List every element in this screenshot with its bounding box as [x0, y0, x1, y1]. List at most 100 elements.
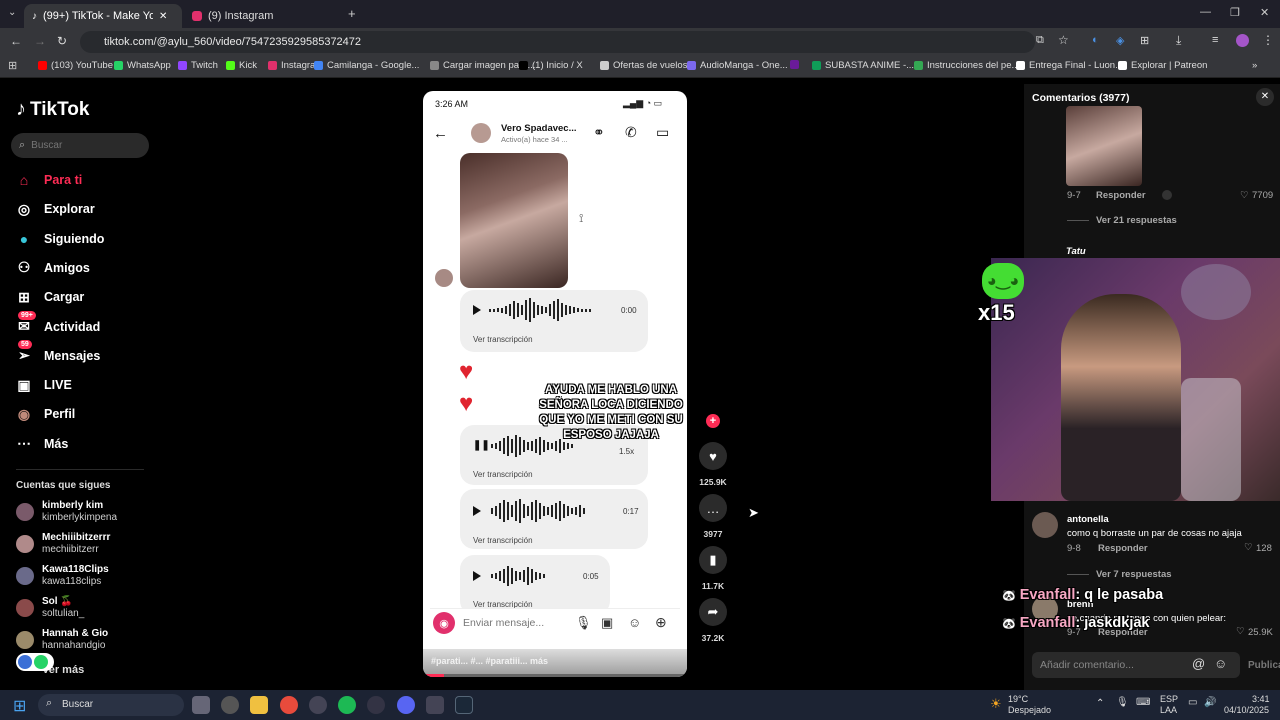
- nav-item[interactable]: ⌂ Para ti: [16, 172, 82, 188]
- comment-action[interactable]: … 3977: [699, 494, 727, 539]
- bookmark-item[interactable]: Kick: [226, 60, 257, 71]
- reload-icon[interactable]: ↻: [57, 34, 67, 48]
- publish-button[interactable]: Publicar: [1248, 660, 1280, 671]
- keyboard-icon[interactable]: ⌨: [1136, 697, 1150, 708]
- bookmark-item[interactable]: (1) Inicio / X: [519, 60, 583, 71]
- windows-start-icon[interactable]: ⊞: [13, 696, 26, 716]
- bookmark-item[interactable]: Camilanga - Google...: [314, 60, 419, 71]
- mic-tray-icon[interactable]: 🎙: [1116, 697, 1129, 708]
- discord-icon[interactable]: [397, 696, 415, 714]
- comment-image[interactable]: [1066, 106, 1142, 186]
- spotify-icon[interactable]: [338, 696, 356, 714]
- taskview-icon[interactable]: [192, 696, 210, 714]
- mention-icon[interactable]: @: [1192, 656, 1205, 671]
- nav-item[interactable]: ● Siguiendo: [16, 231, 105, 247]
- hashtags-text[interactable]: #parati... #... #paratiii... más: [431, 656, 548, 666]
- app-icon[interactable]: [221, 696, 239, 714]
- emoji-icon[interactable]: ☺: [1214, 656, 1227, 671]
- transcription-link[interactable]: Ver transcripción: [473, 536, 533, 545]
- add-icon[interactable]: ⊕: [655, 614, 667, 631]
- heart-icon[interactable]: ♥: [699, 442, 727, 470]
- transcription-link[interactable]: Ver transcripción: [473, 470, 533, 479]
- taskbar-search[interactable]: ⌕ Buscar: [38, 694, 184, 716]
- share-photo-icon[interactable]: ⟟: [579, 211, 583, 226]
- comment-input[interactable]: Añadir comentario...: [1040, 659, 1134, 671]
- extension-icon[interactable]: ◐: [1092, 34, 1099, 46]
- obs-icon[interactable]: [367, 696, 385, 714]
- bookmark-item[interactable]: Twitch: [178, 60, 218, 71]
- sticker-icon[interactable]: ☺: [628, 615, 641, 630]
- bookmark-item[interactable]: [790, 60, 803, 69]
- comment-icon[interactable]: …: [699, 494, 727, 522]
- nav-item[interactable]: ⚇ Amigos: [16, 259, 90, 276]
- lang-code[interactable]: ESP: [1160, 694, 1178, 704]
- bookmark-item[interactable]: Instrucciones del pe...: [914, 60, 1019, 71]
- profile-avatar-icon[interactable]: [1236, 34, 1249, 47]
- link-icon[interactable]: ⚭: [593, 124, 605, 141]
- bookmark-item[interactable]: Explorar | Patreon: [1118, 60, 1207, 71]
- bookmark-item[interactable]: SUBASTA ANIME -...: [812, 60, 914, 71]
- gallery-icon[interactable]: ▣: [601, 615, 613, 631]
- like-action[interactable]: ♥ 125.9K: [699, 442, 727, 487]
- pause-icon[interactable]: ❚❚: [473, 440, 490, 451]
- bookmark-item[interactable]: (103) YouTube: [38, 60, 113, 71]
- message-photo[interactable]: [460, 153, 568, 288]
- message-input[interactable]: Enviar mensaje...: [463, 617, 544, 629]
- tab-close-icon[interactable]: ✕: [159, 11, 167, 22]
- play-icon[interactable]: [473, 506, 481, 516]
- tab-tiktok[interactable]: ♪ (99+) TikTok - Make Your D... ✕: [24, 4, 182, 28]
- following-account[interactable]: kimberly kim kimberlykimpena: [16, 500, 117, 524]
- apps-grid-icon[interactable]: ⊞: [8, 59, 17, 72]
- nav-item[interactable]: ◎ Explorar: [16, 201, 95, 217]
- maximize-icon[interactable]: ❐: [1230, 6, 1240, 19]
- comment-input-box[interactable]: Añadir comentario... @ ☺: [1032, 652, 1240, 678]
- clock-date[interactable]: 04/10/2025: [1224, 705, 1269, 715]
- tray-chevron-icon[interactable]: ⌃: [1096, 698, 1104, 709]
- puzzle-icon[interactable]: ⊞: [1140, 34, 1149, 47]
- chrome-icon[interactable]: [280, 696, 298, 714]
- volume-icon[interactable]: 🔊: [1204, 697, 1216, 708]
- search-input[interactable]: [31, 140, 132, 151]
- camera-button-icon[interactable]: ◉: [433, 612, 455, 634]
- nav-item[interactable]: ➢ Mensajes 59: [16, 339, 100, 364]
- forward-icon[interactable]: →: [34, 34, 46, 48]
- file-explorer-icon[interactable]: [250, 696, 268, 714]
- network-icon[interactable]: ▭: [1188, 697, 1197, 708]
- search-box[interactable]: ⌕: [11, 133, 149, 158]
- menu-dots-icon[interactable]: ⋮: [1262, 33, 1274, 47]
- minimize-icon[interactable]: —: [1200, 6, 1211, 18]
- share-icon[interactable]: ➦: [699, 598, 727, 626]
- following-account[interactable]: Kawa118Clips kawa118clips: [16, 564, 109, 588]
- following-account[interactable]: Sol 🍒 soltulian_: [16, 596, 84, 620]
- transcription-link[interactable]: Ver transcripción: [473, 335, 533, 344]
- bookmark-star-icon[interactable]: ☆: [1058, 33, 1069, 47]
- tab-list-icon[interactable]: ⌄: [8, 7, 16, 18]
- install-icon[interactable]: ⧉: [1036, 34, 1044, 47]
- download-icon[interactable]: ⤓: [1176, 33, 1181, 48]
- following-account[interactable]: Mechiiibitzerrr mechiibitzerr: [16, 532, 110, 556]
- bookmark-item[interactable]: Entrega Final - Luon...: [1016, 60, 1123, 71]
- bookmark-item[interactable]: AudioManga - One...: [687, 60, 788, 71]
- nav-item[interactable]: ⊞ Cargar: [16, 289, 84, 305]
- app-icon[interactable]: [426, 696, 444, 714]
- like-heart-icon[interactable]: ♡: [1236, 626, 1245, 637]
- play-icon[interactable]: [473, 571, 481, 581]
- reply-link[interactable]: Responder: [1098, 543, 1148, 554]
- tab-instagram[interactable]: (9) Instagram: [184, 4, 334, 28]
- follow-plus-button[interactable]: +: [706, 414, 720, 428]
- new-tab-icon[interactable]: +: [348, 6, 356, 21]
- view-replies-link[interactable]: Ver 7 respuestas: [1096, 569, 1172, 580]
- url-field[interactable]: tiktok.com/@aylu_560/video/7547235929585…: [80, 31, 1035, 53]
- steam-icon[interactable]: [455, 696, 473, 714]
- play-icon[interactable]: [473, 305, 481, 315]
- bookmark-icon[interactable]: ▮: [699, 546, 727, 574]
- close-window-icon[interactable]: ✕: [1260, 6, 1269, 19]
- like-heart-icon[interactable]: ♡: [1240, 190, 1249, 201]
- video-progress-bar[interactable]: [423, 674, 687, 677]
- clock-time[interactable]: 3:41: [1252, 694, 1270, 704]
- back-icon[interactable]: ←: [10, 34, 22, 48]
- reply-link[interactable]: Responder: [1096, 190, 1146, 201]
- tiktok-logo[interactable]: ♪ TikTok: [16, 98, 89, 121]
- view-replies-link[interactable]: Ver 21 respuestas: [1096, 215, 1177, 226]
- following-account[interactable]: Hannah & Gio hannahandgio: [16, 628, 108, 652]
